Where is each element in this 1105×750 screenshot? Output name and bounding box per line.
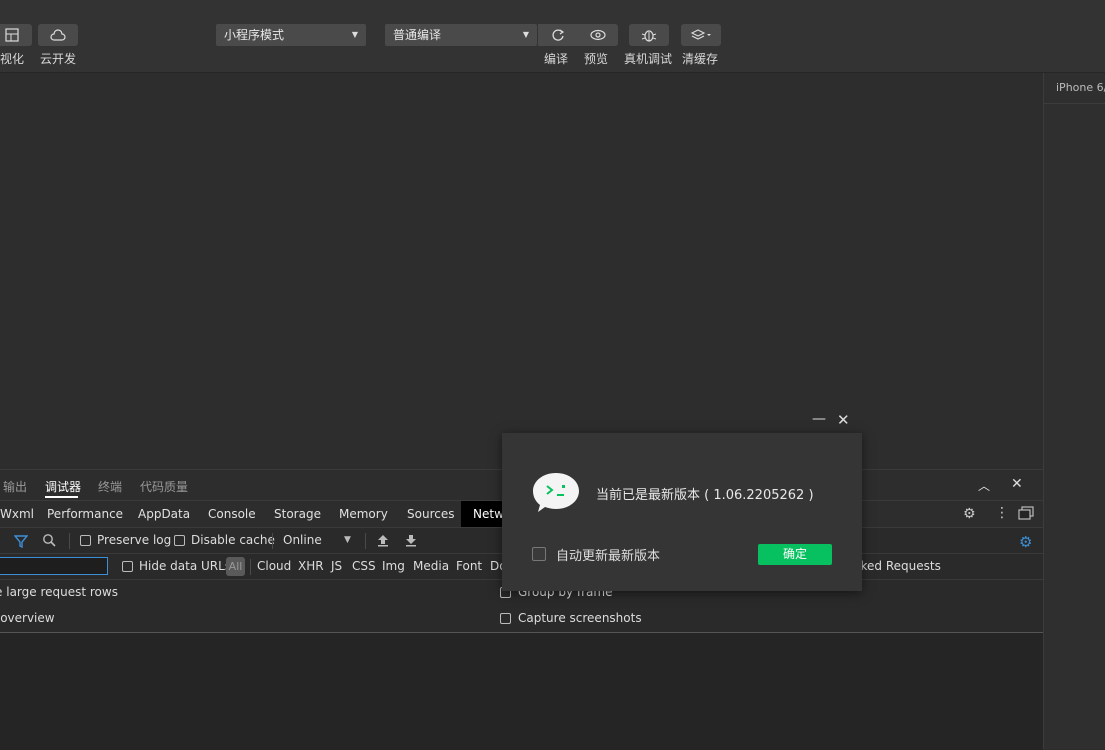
mode-select-value: 小程序模式 xyxy=(224,28,285,42)
tab-debugger[interactable]: 调试器 xyxy=(45,478,81,495)
preserve-log-label: Preserve log xyxy=(97,533,172,547)
undock-icon[interactable] xyxy=(1018,506,1034,520)
search-icon[interactable] xyxy=(42,533,56,550)
preview-button[interactable] xyxy=(578,24,618,46)
filter-icon[interactable] xyxy=(13,534,29,551)
clear-cache-button[interactable] xyxy=(681,24,721,46)
separator xyxy=(69,533,70,549)
download-icon[interactable] xyxy=(405,534,417,550)
filter-input[interactable] xyxy=(0,557,108,575)
filter-js[interactable]: JS xyxy=(331,559,342,573)
filter-css[interactable]: CSS xyxy=(352,559,376,573)
disable-cache-label: Disable cache xyxy=(191,533,275,547)
visualize-label: 可视化 xyxy=(0,52,25,66)
hide-data-urls-checkbox[interactable] xyxy=(122,561,133,572)
chevron-up-icon[interactable]: ︿ xyxy=(978,477,990,494)
separator xyxy=(365,533,366,549)
confirm-button[interactable]: 确定 xyxy=(758,544,832,565)
update-message: 当前已是最新版本 ( 1.06.2205262 ) xyxy=(596,488,814,503)
main-toolbar: 可视化 云开发 小程序模式 ▼ 普通编译 ▼ 编译 预览 真机调试 清缓存 xyxy=(0,0,1105,73)
cloud-icon xyxy=(50,29,66,41)
preview-label: 预览 xyxy=(584,52,609,66)
layers-icon xyxy=(690,29,711,40)
device-debug-label: 真机调试 xyxy=(624,52,673,66)
close-icon[interactable]: ✕ xyxy=(837,411,850,429)
compile-button[interactable] xyxy=(538,24,578,46)
filter-cloud[interactable]: Cloud xyxy=(257,559,291,573)
filter-img[interactable]: Img xyxy=(382,559,405,573)
layout-icon xyxy=(5,28,19,42)
visualize-button[interactable] xyxy=(0,24,32,46)
compile-select-value: 普通编译 xyxy=(393,28,442,42)
tab-wxml[interactable]: Wxml xyxy=(0,507,34,521)
tab-code-quality[interactable]: 代码质量 xyxy=(140,478,188,495)
minimize-icon[interactable]: — xyxy=(812,411,826,427)
filter-font[interactable]: Font xyxy=(456,559,482,573)
wechat-devtools-logo-icon xyxy=(531,471,581,515)
tab-sources[interactable]: Sources xyxy=(407,507,454,521)
cloud-button[interactable] xyxy=(38,24,78,46)
compile-select[interactable]: 普通编译 ▼ xyxy=(385,24,537,46)
auto-update-label: 自动更新最新版本 xyxy=(556,549,661,564)
tab-terminal[interactable]: 终端 xyxy=(98,478,122,495)
dialog-titlebar: — ✕ xyxy=(502,409,862,433)
large-rows-label[interactable]: Use large request rows xyxy=(0,585,118,599)
auto-update-checkbox[interactable] xyxy=(532,547,546,561)
device-select[interactable]: iPhone 6/7/8 xyxy=(1044,73,1105,104)
cloud-label: 云开发 xyxy=(40,52,77,66)
capture-screenshots-checkbox[interactable] xyxy=(500,613,511,624)
disable-cache-checkbox[interactable] xyxy=(174,535,185,546)
active-tab-indicator xyxy=(45,496,78,498)
update-dialog: 当前已是最新版本 ( 1.06.2205262 ) 自动更新最新版本 确定 xyxy=(502,433,862,591)
tab-memory[interactable]: Memory xyxy=(339,507,388,521)
tab-output[interactable]: 输出 xyxy=(3,478,27,495)
upload-icon[interactable] xyxy=(377,534,389,550)
chevron-down-icon: ▼ xyxy=(351,30,358,39)
capture-screenshots-label: Capture screenshots xyxy=(518,611,642,625)
separator xyxy=(250,559,251,575)
refresh-icon xyxy=(552,29,565,41)
more-vertical-icon[interactable]: ⋮ xyxy=(995,505,1009,521)
chevron-down-icon: ▼ xyxy=(522,30,529,39)
show-overview-label[interactable]: Show overview xyxy=(0,611,55,625)
compile-label: 编译 xyxy=(544,52,569,66)
tab-storage[interactable]: Storage xyxy=(274,507,321,521)
close-icon[interactable]: ✕ xyxy=(1011,476,1023,492)
bug-icon xyxy=(641,30,657,42)
gear-icon[interactable]: ⚙ xyxy=(963,506,976,522)
clear-cache-label: 清缓存 xyxy=(682,52,719,66)
settings-gear-icon[interactable]: ⚙ xyxy=(1019,533,1032,551)
throttle-select[interactable]: Online xyxy=(283,533,322,547)
device-debug-button[interactable] xyxy=(629,24,669,46)
tab-console[interactable]: Console xyxy=(208,507,256,521)
simulator-panel: iPhone 6/7/8 xyxy=(1043,73,1105,749)
tab-performance[interactable]: Performance xyxy=(47,507,123,521)
chevron-down-icon: ▼ xyxy=(344,535,351,545)
tab-appdata[interactable]: AppData xyxy=(138,507,190,521)
filter-xhr[interactable]: XHR xyxy=(298,559,324,573)
filter-all[interactable]: All xyxy=(226,557,245,576)
separator xyxy=(272,533,273,549)
preserve-log-checkbox[interactable] xyxy=(80,535,91,546)
mode-select[interactable]: 小程序模式 ▼ xyxy=(216,24,366,46)
hide-data-urls-label: Hide data URLs xyxy=(139,559,232,573)
eye-icon xyxy=(590,29,606,41)
filter-media[interactable]: Media xyxy=(413,559,449,573)
